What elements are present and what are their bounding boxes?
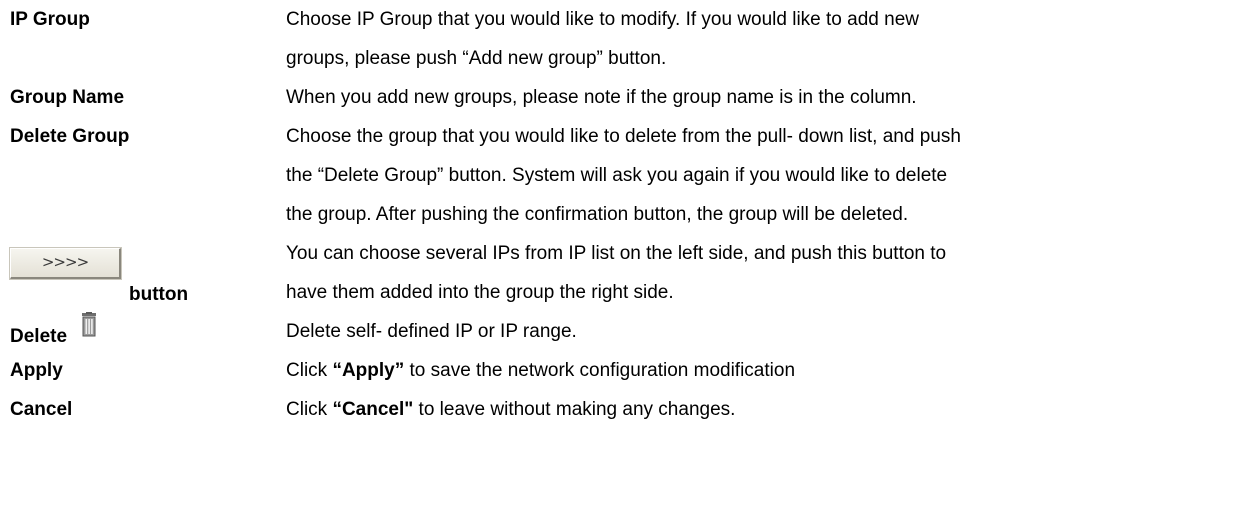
term-apply: Apply (10, 360, 63, 381)
desc-line: You can choose several IPs from IP list … (286, 243, 947, 264)
desc-group-name: When you add new groups, please note if … (286, 78, 1236, 117)
term-button-word: button (129, 284, 189, 305)
term-group-name: Group Name (10, 87, 125, 108)
desc-suffix: to save the network configuration modifi… (404, 360, 796, 381)
term-add-button: >>>> button (0, 248, 260, 308)
desc-keyword-apply: “Apply” (332, 360, 405, 381)
desc-suffix: to leave without making any changes. (413, 399, 736, 420)
add-arrow-button-image: >>>> (10, 248, 121, 279)
term-delete-label: Delete (10, 326, 68, 347)
desc-add-button: You can choose several IPs from IP list … (286, 234, 1236, 312)
desc-line: Choose IP Group that you would like to m… (286, 9, 919, 30)
desc-delete: Delete self- defined IP or IP range. (286, 312, 1236, 351)
desc-apply: Click “Apply” to save the network config… (286, 351, 1236, 390)
definition-list: IP Group Choose IP Group that you would … (0, 0, 1241, 516)
desc-line: Click “Apply” to save the network config… (286, 351, 1236, 390)
desc-line: the “Delete Group” button. System will a… (286, 165, 948, 186)
desc-ip-group: Choose IP Group that you would like to m… (286, 0, 1236, 78)
desc-line: have them added into the group the right… (286, 282, 674, 303)
desc-line: When you add new groups, please note if … (286, 87, 917, 108)
desc-line: groups, please push “Add new group” butt… (286, 48, 667, 69)
desc-prefix: Click (286, 399, 333, 420)
desc-line: Delete self- defined IP or IP range. (286, 321, 577, 342)
term-cancel: Cancel (10, 399, 73, 420)
desc-line: the group. After pushing the confirmatio… (286, 204, 909, 225)
term-ip-group: IP Group (10, 9, 90, 30)
term-delete-group: Delete Group (10, 126, 130, 147)
desc-prefix: Click (286, 360, 333, 381)
trash-icon (82, 312, 96, 337)
desc-cancel: Click “Cancel" to leave without making a… (286, 390, 1236, 429)
term-delete: Delete (10, 312, 210, 348)
desc-line: Click “Cancel" to leave without making a… (286, 390, 1236, 429)
desc-keyword-cancel: “Cancel" (332, 399, 414, 420)
desc-line: Choose the group that you would like to … (286, 126, 961, 147)
desc-delete-group: Choose the group that you would like to … (286, 117, 1236, 234)
